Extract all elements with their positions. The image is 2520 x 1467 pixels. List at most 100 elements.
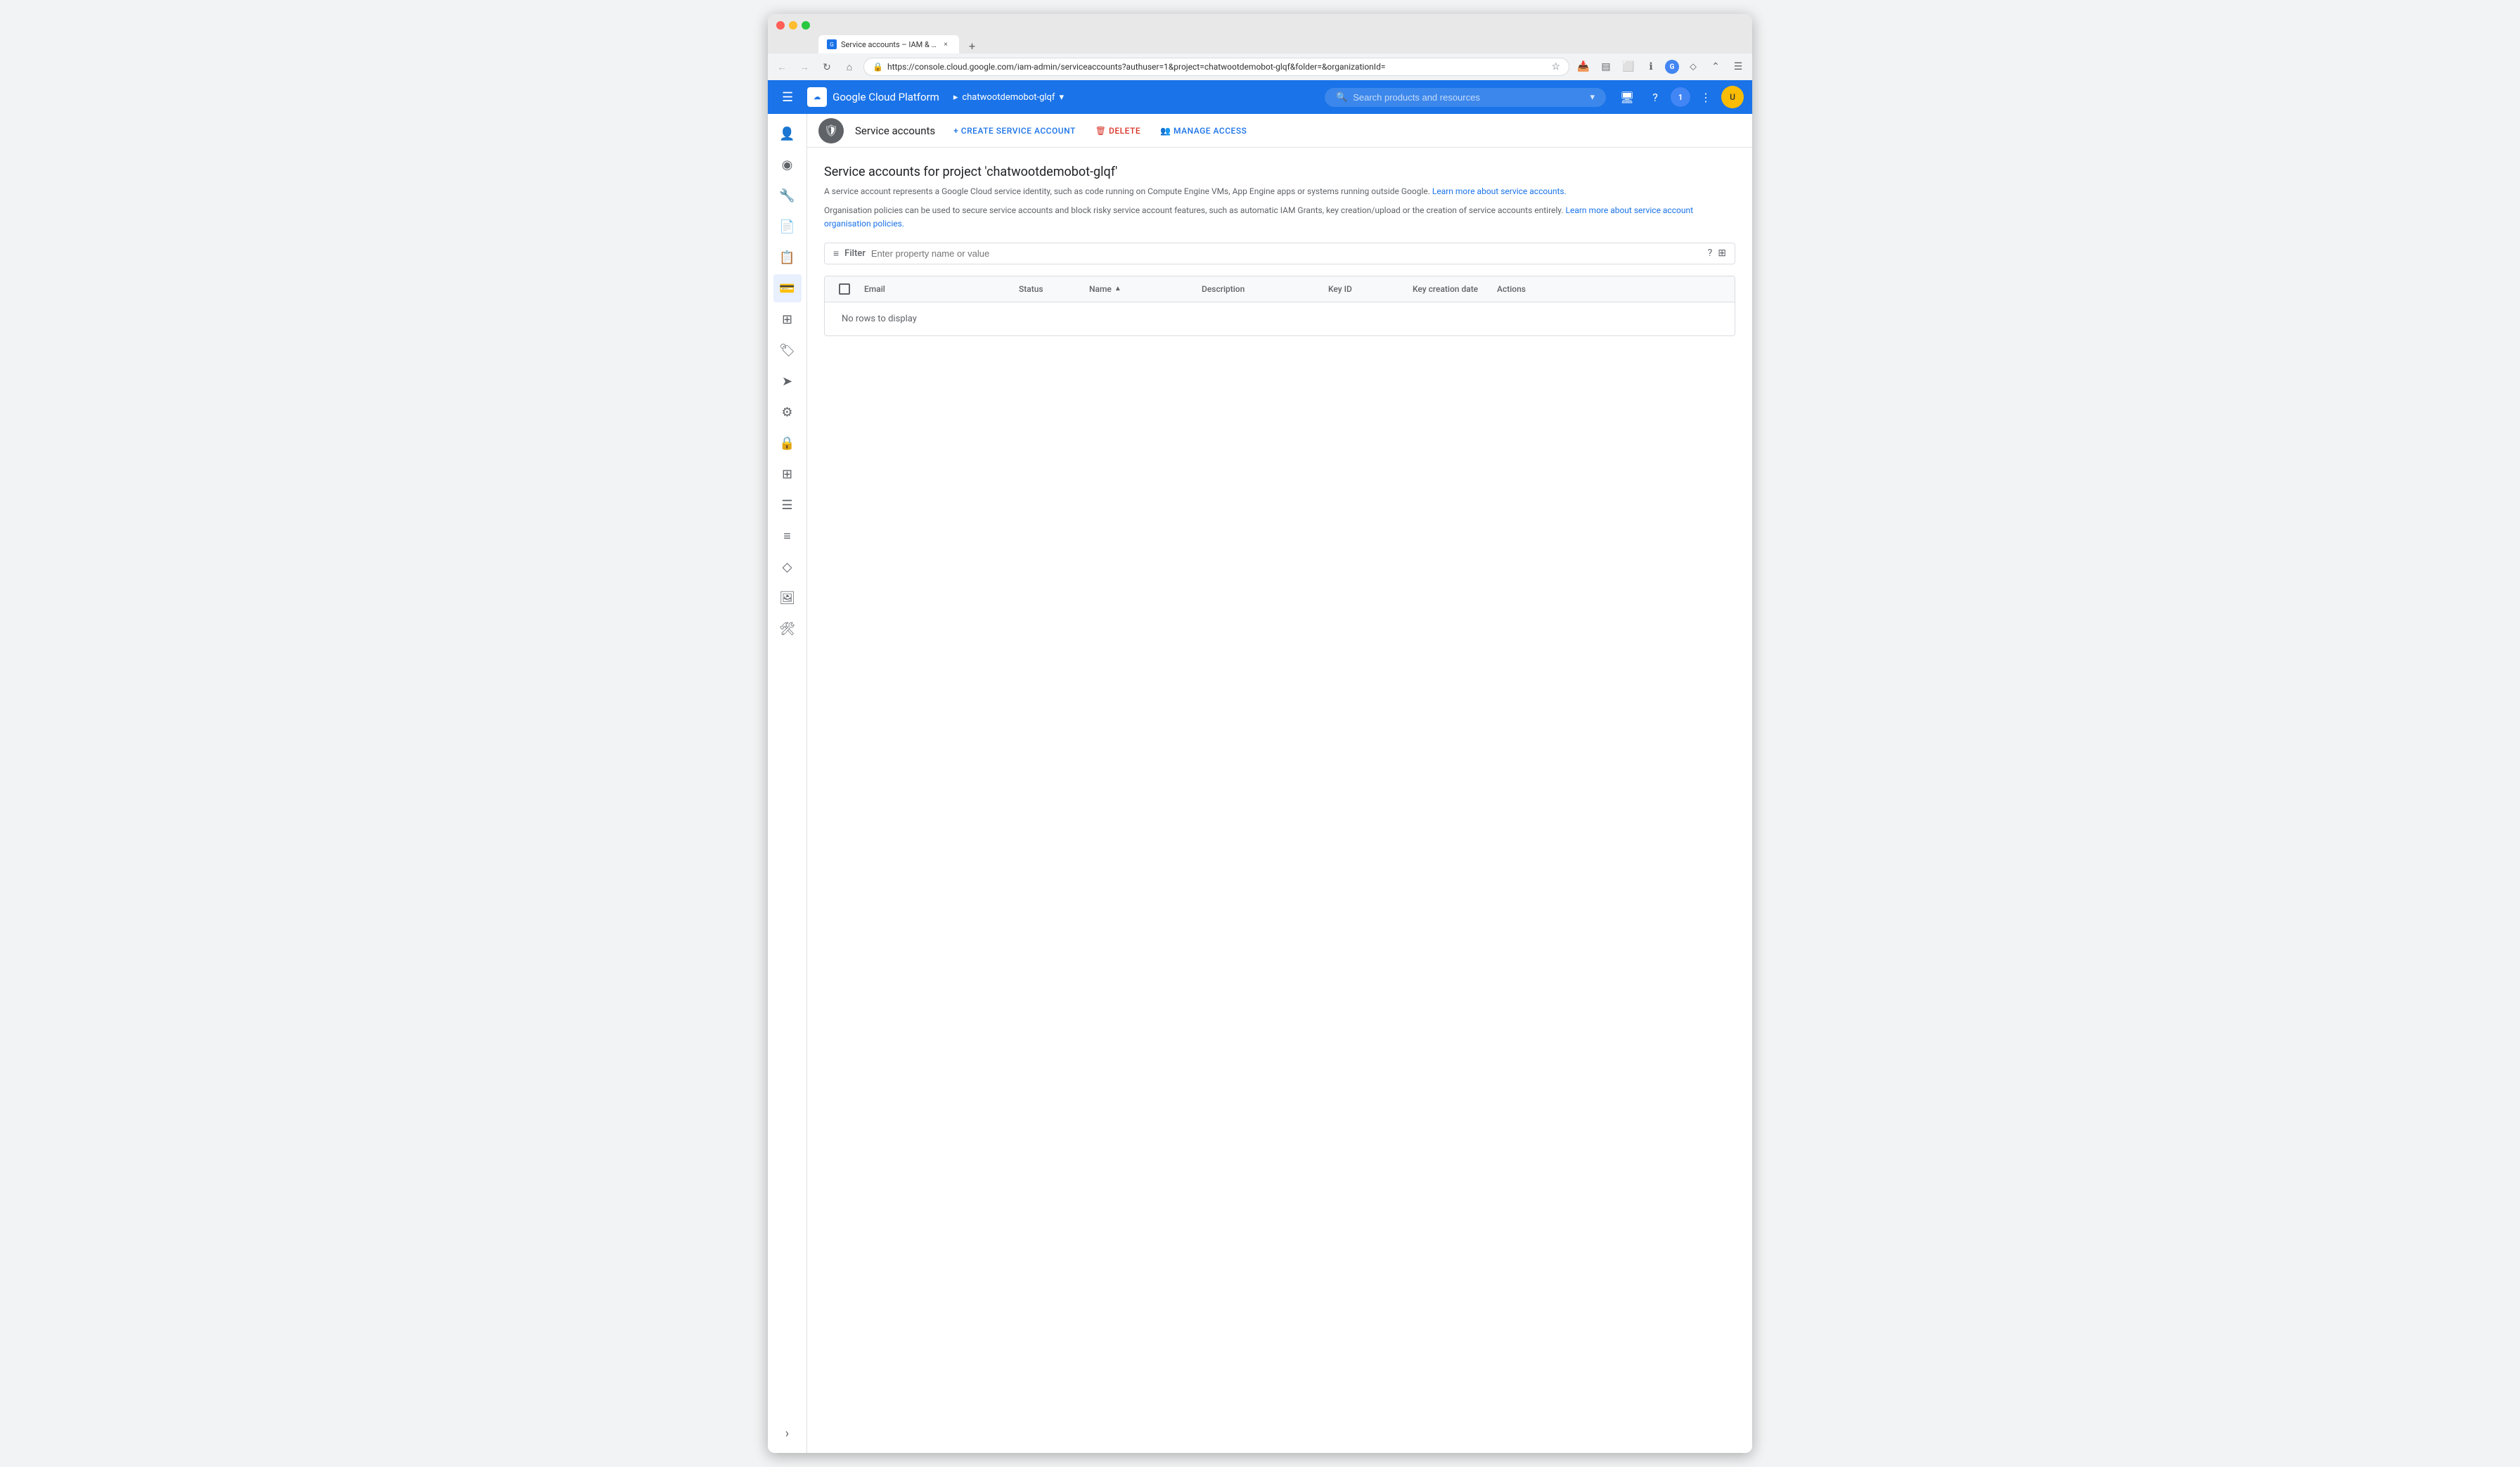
url-bar[interactable]: 🔒 https://console.cloud.google.com/iam-a…: [863, 58, 1569, 76]
user-avatar[interactable]: U: [1721, 86, 1744, 108]
search-dropdown-icon: ▾: [1590, 92, 1595, 103]
search-input[interactable]: [1353, 92, 1584, 103]
more-options-icon[interactable]: ⋮: [1693, 84, 1718, 110]
ssl-icon: 🔒: [873, 62, 883, 72]
th-name[interactable]: Name ▲: [1084, 276, 1196, 302]
sidebar-item-text[interactable]: ≡: [773, 522, 802, 550]
refresh-button[interactable]: ↻: [818, 58, 835, 75]
sidebar-item-stack[interactable]: ☰: [773, 491, 802, 519]
notifications-badge[interactable]: 1: [1671, 87, 1690, 107]
th-status[interactable]: Status: [1013, 276, 1084, 302]
bookmark-icon[interactable]: ☆: [1551, 61, 1560, 72]
project-dropdown-icon: ▾: [1059, 92, 1064, 103]
sidebar-item-service-accounts[interactable]: 💳: [773, 274, 802, 302]
text-icon: ≡: [783, 529, 791, 544]
table-body: No rows to display: [825, 302, 1735, 335]
filter-help-icon[interactable]: ?: [1708, 248, 1713, 259]
manage-access-button[interactable]: 👥 MANAGE ACCESS: [1153, 122, 1254, 140]
sidebar-item-identity[interactable]: ◉: [773, 150, 802, 179]
expand-icon: ›: [785, 1426, 789, 1441]
create-service-account-button[interactable]: + CREATE SERVICE ACCOUNT: [946, 122, 1083, 140]
top-navigation: ☰ ☁ Google Cloud Platform ▸ chatwootdemo…: [768, 80, 1752, 114]
extensions-icon[interactable]: ⬦: [1685, 58, 1702, 75]
page-title: Service accounts for project 'chatwootde…: [824, 165, 1735, 179]
th-checkbox[interactable]: [830, 276, 859, 302]
tab-close-button[interactable]: ×: [941, 39, 951, 49]
audit-icon: 📋: [779, 250, 795, 265]
filter-icon: ≡: [833, 248, 839, 260]
extension-icon[interactable]: G: [1665, 60, 1679, 74]
sidebar-item-table[interactable]: ⊞: [773, 460, 802, 488]
settings-icon: ⚙: [781, 405, 792, 420]
browser-menu-button[interactable]: ☰: [1730, 58, 1747, 75]
th-key-id[interactable]: Key ID: [1323, 276, 1407, 302]
sidebar-item-labels[interactable]: ◇: [773, 553, 802, 581]
maximize-window-button[interactable]: [802, 21, 810, 30]
sidebar-item-images[interactable]: 🖼: [773, 584, 802, 612]
images-icon: 🖼: [779, 591, 795, 606]
home-button[interactable]: ⌂: [841, 58, 858, 75]
stack-icon: ☰: [781, 498, 792, 513]
browser-menu: 📥 ▤ ⬜ ℹ G ⬦ ⌃ ☰: [1575, 58, 1747, 75]
sidebar-item-settings[interactable]: ⚙: [773, 398, 802, 426]
th-email[interactable]: Email: [859, 276, 1013, 302]
sidebar-item-forward[interactable]: ➤: [773, 367, 802, 395]
nav-menu-button[interactable]: ☰: [776, 84, 799, 110]
sidebar-item-tools2[interactable]: 🛠: [773, 615, 802, 643]
filter-label: Filter: [844, 248, 866, 259]
description-1: A service account represents a Google Cl…: [824, 185, 1735, 198]
sidebar-item-audit[interactable]: 📋: [773, 243, 802, 271]
sidebar-item-security[interactable]: 🔒: [773, 429, 802, 457]
sidebar-expand-button[interactable]: ›: [773, 1419, 802, 1447]
close-window-button[interactable]: [776, 21, 785, 30]
tag-icon: 🏷: [779, 343, 795, 358]
description-text-2: Organisation policies can be used to sec…: [824, 205, 1564, 215]
active-tab[interactable]: G Service accounts – IAM & Admi ×: [818, 35, 959, 53]
sidebar-item-tags[interactable]: 🏷: [773, 336, 802, 364]
filter-actions: ? ⊞: [1708, 248, 1726, 259]
delete-button[interactable]: 🗑 DELETE: [1088, 122, 1148, 140]
sub-header-actions: + CREATE SERVICE ACCOUNT 🗑 DELETE 👥 MANA…: [946, 122, 1254, 140]
nav-right-actions: 🖥 ? 1 ⋮ U: [1614, 84, 1744, 110]
th-description[interactable]: Description: [1196, 276, 1323, 302]
app-logo: ☁ Google Cloud Platform: [807, 87, 939, 107]
filter-columns-icon[interactable]: ⊞: [1718, 248, 1726, 259]
sync-icon[interactable]: ⌃: [1707, 58, 1724, 75]
project-arrow-icon: ▸: [953, 92, 958, 103]
search-bar[interactable]: 🔍 ▾: [1325, 88, 1606, 107]
project-selector[interactable]: ▸ chatwootdemobot-glqf ▾: [948, 89, 1069, 105]
forward-button[interactable]: →: [796, 58, 813, 75]
back-button[interactable]: ←: [773, 58, 790, 75]
pocket-icon[interactable]: 📥: [1575, 58, 1592, 75]
reader-view-icon[interactable]: ▤: [1598, 58, 1614, 75]
filter-bar[interactable]: ≡ Filter ? ⊞: [824, 243, 1735, 264]
page-content: Service accounts for project 'chatwootde…: [807, 148, 1752, 1453]
cloud-shell-icon[interactable]: 🖥: [1614, 84, 1640, 110]
project-name: chatwootdemobot-glqf: [962, 92, 1055, 103]
address-bar-row: ← → ↻ ⌂ 🔒 https://console.cloud.google.c…: [768, 53, 1752, 80]
th-actions: Actions: [1491, 276, 1548, 302]
security-icon: 🔒: [779, 436, 795, 451]
tab-favicon: G: [827, 39, 837, 49]
learn-more-link-1[interactable]: Learn more about service accounts.: [1432, 186, 1567, 196]
new-tab-button[interactable]: +: [965, 39, 979, 53]
gcp-logo-icon: ☁: [807, 87, 827, 107]
select-all-checkbox[interactable]: [839, 283, 850, 295]
service-accounts-icon: 💳: [779, 281, 795, 296]
help-icon[interactable]: ?: [1642, 84, 1668, 110]
sidebar-item-docs[interactable]: 📄: [773, 212, 802, 241]
table-icon: ⊞: [782, 467, 792, 482]
table-header: Email Status Name ▲ Description: [825, 276, 1735, 302]
sidebar-item-iam[interactable]: 👤: [773, 120, 802, 148]
service-accounts-table: Email Status Name ▲ Description: [824, 276, 1735, 336]
no-rows-message: No rows to display: [825, 302, 1735, 335]
th-key-creation-date[interactable]: Key creation date: [1407, 276, 1491, 302]
search-icon: 🔍: [1336, 92, 1347, 103]
tab-title: Service accounts – IAM & Admi: [841, 40, 937, 49]
minimize-window-button[interactable]: [789, 21, 797, 30]
sidebar-item-tools[interactable]: 🔧: [773, 181, 802, 210]
pip-icon[interactable]: ⬜: [1620, 58, 1637, 75]
sidebar-item-workload[interactable]: ⊞: [773, 305, 802, 333]
info-icon[interactable]: ℹ: [1642, 58, 1659, 75]
filter-input[interactable]: [871, 248, 1702, 259]
